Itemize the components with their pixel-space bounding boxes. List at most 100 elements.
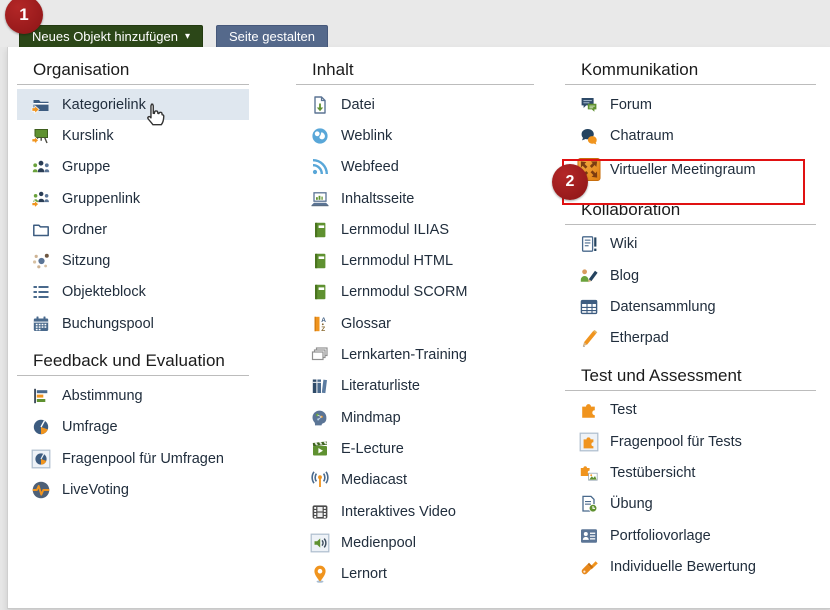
individuelle-bewertung-icon — [577, 555, 601, 579]
menu-item-label: Individuelle Bewertung — [610, 559, 756, 575]
lernmodul-scorm-icon — [308, 280, 332, 304]
menu-item-label: Mediacast — [341, 472, 407, 488]
menu-item-label: Blog — [610, 268, 639, 284]
menu-item-objekteblock[interactable]: Objekteblock — [17, 277, 249, 308]
forum-icon — [577, 93, 601, 117]
menu-item-abstimmung[interactable]: Abstimmung — [17, 380, 249, 411]
menu-item-label: Inhaltsseite — [341, 191, 414, 207]
menu-item-buchungspool[interactable]: Buchungspool — [17, 308, 249, 339]
menu-item-datensammlung[interactable]: Datensammlung — [565, 291, 816, 322]
menu-column-organisation: OrganisationKategorielinkKurslinkGruppeG… — [17, 60, 249, 506]
menu-item-label: Fragenpool für Umfragen — [62, 451, 224, 467]
menu-item-mindmap[interactable]: Mindmap — [296, 402, 534, 433]
menu-item-label: Buchungspool — [62, 316, 154, 332]
add-object-dropdown-panel: OrganisationKategorielinkKurslinkGruppeG… — [7, 47, 830, 609]
menu-item-mediacast[interactable]: Mediacast — [296, 465, 534, 496]
menu-item-lernmodul-ilias[interactable]: Lernmodul ILIAS — [296, 214, 534, 245]
menu-item-etherpad[interactable]: Etherpad — [565, 322, 816, 353]
menu-item-label: Glossar — [341, 316, 391, 332]
menu-item-gruppenlink[interactable]: Gruppenlink — [17, 183, 249, 214]
menu-item-label: Lernkarten-Training — [341, 347, 467, 363]
toolbar: Neues Objekt hinzufügen ▾ Seite gestalte… — [0, 0, 830, 47]
menu-item-fragenpool-umfragen[interactable]: Fragenpool für Umfragen — [17, 443, 249, 474]
screenshot-stage: Neues Objekt hinzufügen ▾ Seite gestalte… — [0, 0, 830, 610]
menu-item-literaturliste[interactable]: Literaturliste — [296, 371, 534, 402]
literaturliste-icon — [308, 374, 332, 398]
section-items: Wiki Blog Datensammlung Etherpad — [565, 225, 816, 354]
menu-item-label: Sitzung — [62, 253, 110, 269]
menu-item-kurslink[interactable]: Kurslink — [17, 120, 249, 151]
add-object-button[interactable]: Neues Objekt hinzufügen ▾ — [19, 25, 203, 49]
menu-item-datei[interactable]: Datei — [296, 89, 534, 120]
blog-icon — [577, 264, 601, 288]
menu-item-wiki[interactable]: Wiki — [565, 229, 816, 260]
portfoliovorlage-icon — [577, 524, 601, 548]
fragenpool-umfragen-icon — [29, 447, 53, 471]
menu-item-label: Webfeed — [341, 159, 399, 175]
menu-item-weblink[interactable]: Weblink — [296, 120, 534, 151]
menu-item-webfeed[interactable]: Webfeed — [296, 152, 534, 183]
lernmodul-html-icon — [308, 249, 332, 273]
menu-item-e-lecture[interactable]: E-Lecture — [296, 433, 534, 464]
menu-item-umfrage[interactable]: Umfrage — [17, 412, 249, 443]
datei-icon — [308, 93, 332, 117]
menu-item-kategorielink[interactable]: Kategorielink — [17, 89, 249, 120]
menu-item-label: Medienpool — [341, 535, 416, 551]
menu-item-medienpool[interactable]: Medienpool — [296, 527, 534, 558]
livevoting-icon — [29, 478, 53, 502]
svg-text:A: A — [321, 317, 326, 324]
menu-item-portfoliovorlage[interactable]: Portfoliovorlage — [565, 520, 816, 551]
menu-item-interaktives-video[interactable]: Interaktives Video — [296, 496, 534, 527]
menu-item-label: Mindmap — [341, 410, 401, 426]
menu-item-label: Weblink — [341, 128, 392, 144]
menu-item-label: Datensammlung — [610, 299, 716, 315]
uebung-icon — [577, 492, 601, 516]
menu-item-label: Datei — [341, 97, 375, 113]
menu-item-label: Umfrage — [62, 419, 118, 435]
menu-item-ordner[interactable]: Ordner — [17, 214, 249, 245]
section-items: Datei Weblink Webfeed Inhaltsseite Lernmodul… — [296, 85, 534, 590]
menu-column-inhalt: InhaltDateiWeblinkWebfeedInhaltsseiteLer… — [296, 60, 534, 590]
menu-item-label: Test — [610, 402, 637, 418]
menu-item-label: Wiki — [610, 236, 637, 252]
etherpad-icon — [577, 326, 601, 350]
menu-item-label: Kurslink — [62, 128, 114, 144]
design-page-button[interactable]: Seite gestalten — [216, 25, 328, 49]
glossar-icon: AZ — [308, 312, 332, 336]
menu-item-blog[interactable]: Blog — [565, 260, 816, 291]
menu-item-individuelle-bewertung[interactable]: Individuelle Bewertung — [565, 551, 816, 582]
caret-down-icon: ▾ — [185, 27, 190, 47]
menu-item-uebung[interactable]: Übung — [565, 489, 816, 520]
e-lecture-icon — [308, 437, 332, 461]
menu-item-chatraum[interactable]: Chatraum — [565, 120, 816, 151]
menu-item-lernkarten-training[interactable]: Lernkarten-Training — [296, 339, 534, 370]
menu-item-glossar[interactable]: AZ Glossar — [296, 308, 534, 339]
menu-item-lernort[interactable]: Lernort — [296, 558, 534, 589]
menu-item-label: Lernmodul HTML — [341, 253, 453, 269]
menu-item-forum[interactable]: Forum — [565, 89, 816, 120]
menu-item-inhaltsseite[interactable]: Inhaltsseite — [296, 183, 534, 214]
menu-item-label: Übung — [610, 496, 653, 512]
interaktives-video-icon — [308, 500, 332, 524]
menu-item-sitzung[interactable]: Sitzung — [17, 245, 249, 276]
menu-item-lernmodul-html[interactable]: Lernmodul HTML — [296, 245, 534, 276]
kurslink-icon — [29, 124, 53, 148]
menu-item-fragenpool-tests[interactable]: Fragenpool für Tests — [565, 426, 816, 457]
step-2-badge: 2 — [552, 164, 588, 200]
menu-item-livevoting[interactable]: LiveVoting — [17, 474, 249, 505]
menu-item-test[interactable]: Test — [565, 395, 816, 426]
chatraum-icon — [577, 124, 601, 148]
section-title: Kommunikation — [565, 60, 816, 85]
objekteblock-icon — [29, 280, 53, 304]
mediacast-icon — [308, 468, 332, 492]
testuebersicht-icon — [577, 461, 601, 485]
menu-item-label: Interaktives Video — [341, 504, 456, 520]
menu-item-lernmodul-scorm[interactable]: Lernmodul SCORM — [296, 277, 534, 308]
menu-item-label: Fragenpool für Tests — [610, 434, 742, 450]
menu-item-testuebersicht[interactable]: Testübersicht — [565, 457, 816, 488]
section-title: Feedback und Evaluation — [17, 351, 249, 376]
section-items: Abstimmung Umfrage Fragenpool für Umfragen… — [17, 376, 249, 505]
menu-item-label: Gruppe — [62, 159, 110, 175]
abstimmung-icon — [29, 384, 53, 408]
menu-item-gruppe[interactable]: Gruppe — [17, 152, 249, 183]
